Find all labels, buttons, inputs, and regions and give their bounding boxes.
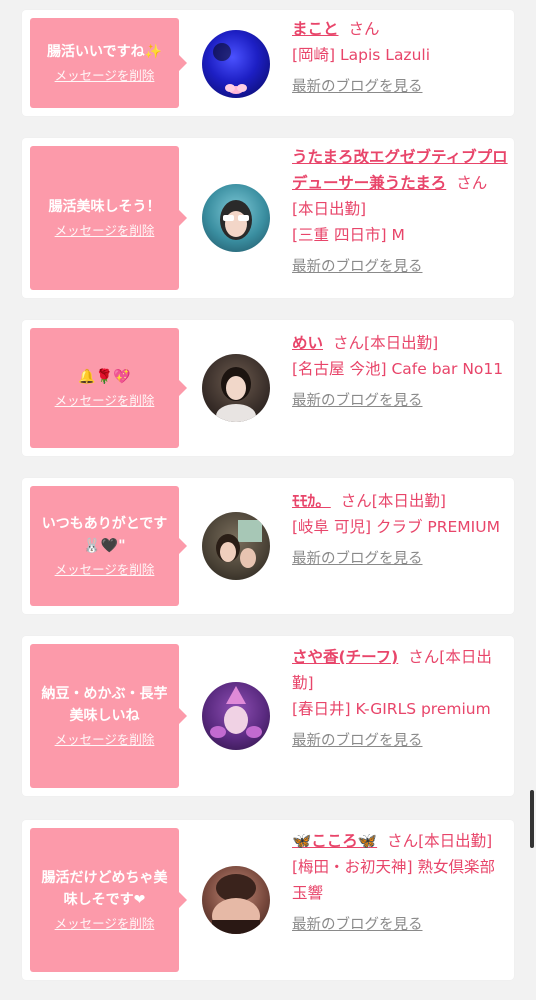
message-bubble: いつもありがとです🐰🖤" メッセージを削除	[30, 486, 187, 606]
avatar-image	[213, 43, 247, 94]
latest-blog-link[interactable]: 最新のブログを見る	[292, 912, 508, 938]
profile-name-link[interactable]: ﾓﾓｶ。	[292, 492, 331, 510]
avatar[interactable]	[202, 30, 270, 98]
message-text: いつもありがとです🐰🖤"	[41, 516, 168, 554]
avatar[interactable]	[202, 682, 270, 750]
status-label: [本日出勤]	[418, 832, 493, 850]
avatar-image	[210, 686, 262, 738]
profile-info: さや香(チーフ) さん[本日出勤] [春日井] K-GIRLS premium 最…	[292, 644, 508, 754]
delete-message-link[interactable]: メッセージを削除	[55, 392, 155, 410]
profile-info: ﾓﾓｶ。 さん[本日出勤] [岐阜 可児] クラブ PREMIUM 最新のブログを…	[292, 488, 508, 572]
shop-name: [梅田・お初天神] 熟女倶楽部 玉響	[292, 858, 496, 902]
message-bubble: 腸活だけどめちゃ美味しそです❤ メッセージを削除	[30, 828, 187, 972]
message-bubble: 納豆・めかぶ・長芋美味しいね メッセージを削除	[30, 644, 187, 788]
shop-name: [三重 四日市] M	[292, 226, 405, 244]
message-text: 納豆・めかぶ・長芋美味しいね	[41, 686, 168, 724]
profile-info: 🦋こころ🦋 さん[本日出勤] [梅田・お初天神] 熟女倶楽部 玉響 最新のブログを…	[292, 828, 508, 938]
profile-name-link[interactable]: さや香(チーフ)	[292, 648, 398, 666]
message-text: 腸活いいですね✨	[46, 44, 162, 60]
profile-info: めい さん[本日出勤] [名古屋 今池] Cafe bar No11 最新のブログ…	[292, 330, 508, 414]
avatar-image	[216, 520, 262, 568]
message-bubble: 腸活美味しそう！ メッセージを削除	[30, 146, 187, 290]
list-item: いつもありがとです🐰🖤" メッセージを削除 ﾓﾓｶ。 さん[本日出勤] [岐阜 可…	[22, 478, 514, 614]
list-item: 🔔🌹💖 メッセージを削除 めい さん[本日出勤] [名古屋 今池] Cafe ba…	[22, 320, 514, 456]
avatar-image	[212, 874, 260, 934]
shop-name: [岡崎] Lapis Lazuli	[292, 46, 431, 64]
message-bubble: 🔔🌹💖 メッセージを削除	[30, 328, 187, 448]
profile-info: まこと さん [岡崎] Lapis Lazuli 最新のブログを見る	[292, 16, 508, 100]
delete-message-link[interactable]: メッセージを削除	[55, 915, 155, 933]
honorific: さん	[408, 648, 440, 666]
honorific: さん	[333, 334, 365, 352]
profile-name-link[interactable]: まこと	[292, 20, 339, 38]
delete-message-link[interactable]: メッセージを削除	[55, 67, 155, 85]
avatar-image	[220, 200, 252, 240]
latest-blog-link[interactable]: 最新のブログを見る	[292, 546, 508, 572]
honorific: さん	[348, 20, 380, 38]
shop-name: [岐阜 可児] クラブ PREMIUM	[292, 518, 500, 536]
scrollbar[interactable]	[530, 790, 534, 848]
list-item: 腸活だけどめちゃ美味しそです❤ メッセージを削除 🦋こころ🦋 さん[本日出勤] […	[22, 820, 514, 980]
latest-blog-link[interactable]: 最新のブログを見る	[292, 254, 508, 280]
delete-message-link[interactable]: メッセージを削除	[55, 222, 155, 240]
latest-blog-link[interactable]: 最新のブログを見る	[292, 74, 508, 100]
list-item: 腸活美味しそう！ メッセージを削除 うたまろ改エグゼブティブプロデューサー兼うた…	[22, 138, 514, 298]
status-label: [本日出勤]	[364, 334, 439, 352]
list-item: 納豆・めかぶ・長芋美味しいね メッセージを削除 さや香(チーフ) さん[本日出勤]…	[22, 636, 514, 796]
avatar[interactable]	[202, 866, 270, 934]
avatar-image	[216, 367, 256, 422]
shop-name: [名古屋 今池] Cafe bar No11	[292, 360, 504, 378]
latest-blog-link[interactable]: 最新のブログを見る	[292, 388, 508, 414]
list-item: 腸活いいですね✨ メッセージを削除 まこと さん [岡崎] Lapis Lazul…	[22, 10, 514, 116]
message-bubble: 腸活いいですね✨ メッセージを削除	[30, 18, 187, 108]
profile-info: うたまろ改エグゼブティブプロデューサー兼うたまろ さん[本日出勤] [三重 四日市…	[292, 144, 508, 280]
status-label: [本日出勤]	[292, 200, 367, 218]
honorific: さん	[387, 832, 419, 850]
honorific: さん	[456, 174, 488, 192]
profile-name-link[interactable]: 🦋こころ🦋	[292, 832, 377, 850]
honorific: さん	[340, 492, 372, 510]
profile-name-link[interactable]: めい	[292, 334, 323, 352]
avatar[interactable]	[202, 184, 270, 252]
message-text: 腸活美味しそう！	[48, 199, 161, 215]
delete-message-link[interactable]: メッセージを削除	[55, 561, 155, 579]
latest-blog-link[interactable]: 最新のブログを見る	[292, 728, 508, 754]
message-text: 🔔🌹💖	[78, 369, 131, 385]
message-text: 腸活だけどめちゃ美味しそです❤	[41, 870, 168, 908]
status-label: [本日出勤]	[371, 492, 446, 510]
shop-name: [春日井] K-GIRLS premium	[292, 700, 491, 718]
avatar[interactable]	[202, 354, 270, 422]
avatar[interactable]	[202, 512, 270, 580]
delete-message-link[interactable]: メッセージを削除	[55, 731, 155, 749]
